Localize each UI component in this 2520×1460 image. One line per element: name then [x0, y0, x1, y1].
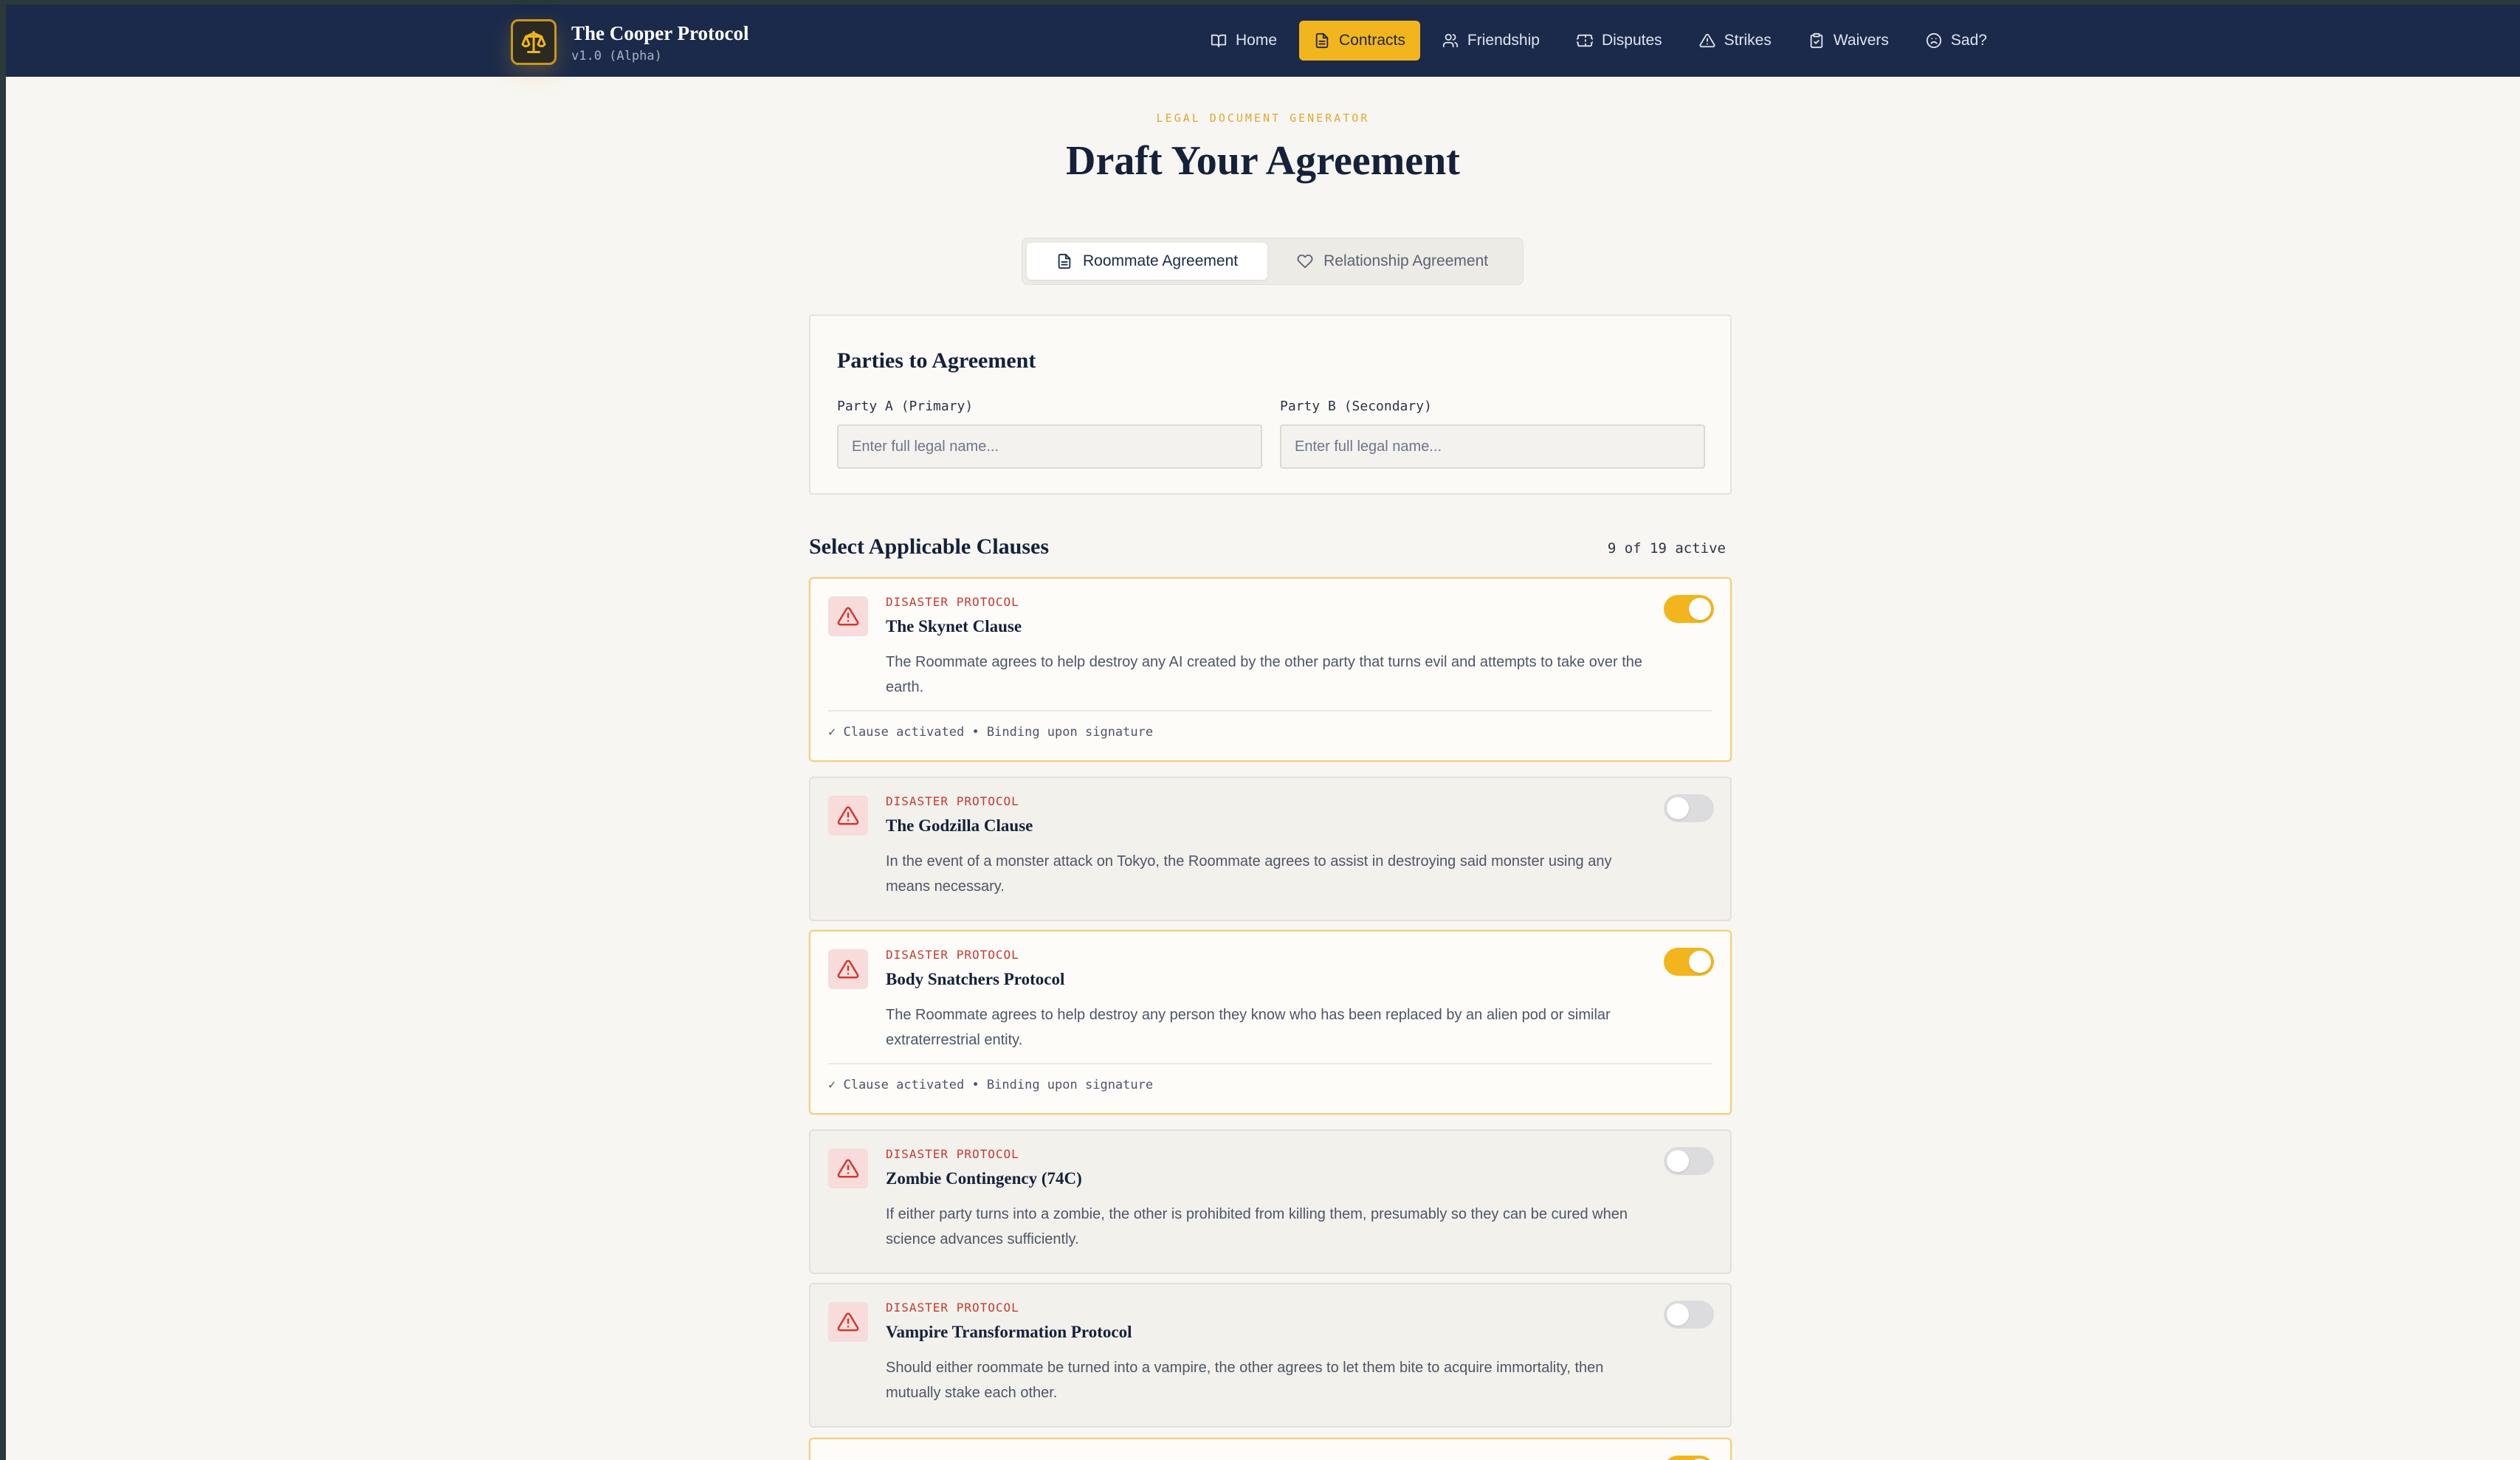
- clause-card-skynet: DISASTER PROTOCOL The Skynet Clause The …: [809, 577, 1732, 762]
- nav-sad-label: Sad?: [1950, 32, 1987, 49]
- clause-description: If either party turns into a zombie, the…: [886, 1206, 1628, 1247]
- clause-name: The Godzilla Clause: [886, 816, 1033, 835]
- tab-roommate-agreement[interactable]: Roommate Agreement: [1027, 243, 1268, 280]
- clause-toggle[interactable]: [1664, 595, 1714, 623]
- warning-icon: [828, 949, 868, 989]
- tab-relationship-label: Relationship Agreement: [1323, 252, 1489, 269]
- users-icon: [1442, 33, 1458, 48]
- clause-divider: [828, 710, 1712, 712]
- clause-toggle[interactable]: [1664, 1456, 1714, 1460]
- warning-icon: [1699, 33, 1715, 48]
- toggle-knob: [1689, 951, 1711, 973]
- clauses-title: Select Applicable Clauses: [809, 534, 1050, 559]
- clause-description: The Roommate agrees to help destroy any …: [886, 654, 1643, 695]
- clause-toggle[interactable]: [1664, 948, 1714, 976]
- clause-card-godzilla: DISASTER PROTOCOL The Godzilla Clause In…: [809, 777, 1732, 921]
- clause-card-partial: [809, 1438, 1732, 1460]
- app-version: v1.0 (Alpha): [571, 49, 662, 63]
- active-count: 9 of 19 active: [1607, 540, 1726, 557]
- party-a-label: Party A (Primary): [837, 399, 974, 414]
- nav-waivers[interactable]: Waivers: [1794, 21, 1904, 61]
- warning-icon: [828, 796, 868, 836]
- party-a-input[interactable]: [837, 424, 1262, 469]
- clause-toggle[interactable]: [1664, 1301, 1714, 1329]
- clause-status: ✓ Clause activated • Binding upon signat…: [828, 725, 1154, 740]
- clause-category: DISASTER PROTOCOL: [886, 1301, 1019, 1315]
- clause-description: The Roommate agrees to help destroy any …: [886, 1007, 1611, 1048]
- clause-card-vampire: DISASTER PROTOCOL Vampire Transformation…: [809, 1283, 1732, 1428]
- clause-toggle[interactable]: [1664, 1147, 1714, 1175]
- warning-icon: [828, 1149, 868, 1188]
- clause-category: DISASTER PROTOCOL: [886, 948, 1019, 962]
- frown-icon: [1926, 32, 1942, 49]
- toggle-knob: [1689, 598, 1711, 620]
- clause-name: The Skynet Clause: [886, 617, 1022, 636]
- nav-waivers-label: Waivers: [1833, 32, 1889, 49]
- nav-contracts-label: Contracts: [1339, 32, 1405, 49]
- party-a-field: Party A (Primary): [837, 399, 1262, 469]
- app-title: The Cooper Protocol: [571, 22, 749, 44]
- nav-home[interactable]: Home: [1196, 21, 1292, 61]
- nav-home-label: Home: [1236, 32, 1278, 49]
- agreement-tabs: Roommate Agreement Relationship Agreemen…: [1022, 238, 1524, 285]
- nav-disputes[interactable]: Disputes: [1562, 21, 1677, 61]
- main-nav: Home Contracts Friendship Disputes Strik…: [1196, 21, 2002, 61]
- top-navbar: The Cooper Protocol v1.0 (Alpha) Home Co…: [6, 4, 2520, 77]
- document-icon: [1058, 253, 1071, 269]
- nav-strikes[interactable]: Strikes: [1684, 21, 1786, 61]
- party-b-input[interactable]: [1280, 424, 1705, 469]
- heart-icon: [1297, 254, 1313, 269]
- nav-sad[interactable]: Sad?: [1911, 21, 2002, 61]
- clause-description: In the event of a monster attack on Toky…: [886, 853, 1612, 895]
- page-title: Draft Your Agreement: [1066, 138, 1460, 184]
- clause-category: DISASTER PROTOCOL: [886, 1147, 1019, 1161]
- clause-divider: [828, 1063, 1712, 1064]
- clause-card-body-snatchers: DISASTER PROTOCOL Body Snatchers Protoco…: [809, 930, 1732, 1115]
- toggle-knob: [1667, 797, 1689, 819]
- clause-name: Zombie Contingency (74C): [886, 1169, 1082, 1188]
- clause-name: Body Snatchers Protocol: [886, 970, 1065, 988]
- clause-toggle[interactable]: [1664, 794, 1714, 822]
- clause-name: Vampire Transformation Protocol: [886, 1323, 1132, 1341]
- scales-logo-icon: [511, 19, 557, 65]
- page-eyebrow: LEGAL DOCUMENT GENERATOR: [1156, 111, 1370, 125]
- book-icon: [1211, 34, 1227, 48]
- tab-relationship-agreement[interactable]: Relationship Agreement: [1267, 243, 1518, 280]
- party-b-label: Party B (Secondary): [1280, 399, 1432, 414]
- clause-category: DISASTER PROTOCOL: [886, 794, 1019, 808]
- toggle-knob: [1667, 1150, 1689, 1172]
- ticket-icon: [1576, 34, 1593, 47]
- nav-friendship[interactable]: Friendship: [1428, 21, 1555, 61]
- warning-icon: [828, 1302, 868, 1342]
- tab-roommate-label: Roommate Agreement: [1083, 252, 1239, 269]
- nav-friendship-label: Friendship: [1467, 32, 1540, 49]
- brand[interactable]: The Cooper Protocol v1.0 (Alpha): [511, 19, 748, 65]
- document-icon: [1315, 32, 1329, 49]
- nav-strikes-label: Strikes: [1724, 32, 1772, 49]
- warning-icon: [828, 596, 868, 636]
- clause-status: ✓ Clause activated • Binding upon signat…: [828, 1078, 1154, 1092]
- parties-title: Parties to Agreement: [837, 348, 1036, 373]
- app-window: The Cooper Protocol v1.0 (Alpha) Home Co…: [6, 4, 2520, 1460]
- clause-card-zombie: DISASTER PROTOCOL Zombie Contingency (74…: [809, 1129, 1732, 1274]
- clipboard-check-icon: [1810, 32, 1823, 49]
- clause-category: DISASTER PROTOCOL: [886, 595, 1019, 609]
- nav-disputes-label: Disputes: [1601, 32, 1662, 49]
- party-b-field: Party B (Secondary): [1280, 399, 1705, 469]
- nav-contracts[interactable]: Contracts: [1299, 21, 1420, 61]
- clause-description: Should either roommate be turned into a …: [886, 1360, 1604, 1401]
- toggle-knob: [1667, 1304, 1689, 1326]
- parties-card: Parties to Agreement Party A (Primary) P…: [809, 314, 1732, 495]
